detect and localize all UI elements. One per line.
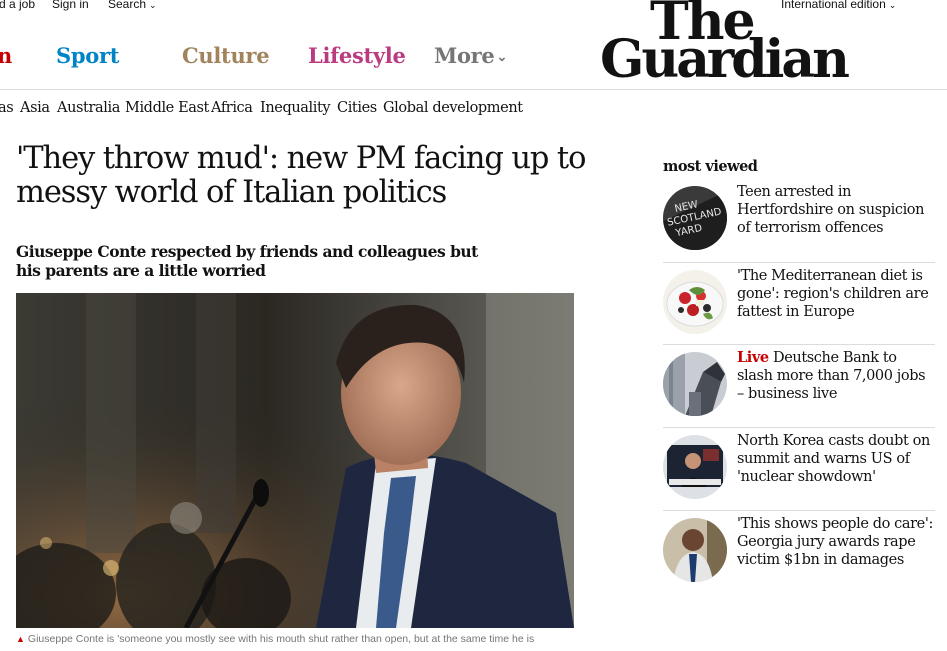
logo-line-guardian: Guardian — [600, 29, 850, 90]
article-standfirst: Giuseppe Conte respected by friends and … — [16, 242, 478, 280]
caption-triangle-icon: ▲ — [16, 634, 25, 644]
subnav-item-inequality[interactable]: Inequality — [260, 100, 331, 116]
most-viewed-item[interactable]: 'This shows people do care': Georgia jur… — [663, 514, 935, 597]
header-divider — [0, 89, 947, 90]
most-viewed-title: Teen arrested in Hertfordshire on suspic… — [737, 184, 925, 236]
most-viewed-item[interactable]: NEW SCOTLAND YARD Teen arrested in Hertf… — [663, 182, 935, 265]
most-viewed-divider — [663, 427, 935, 428]
live-kicker: Live — [737, 349, 769, 366]
find-a-job-link[interactable]: d a job — [0, 0, 35, 11]
subnav-item-global-development[interactable]: Global development — [383, 100, 523, 116]
subnav-item-asia[interactable]: Asia — [20, 100, 50, 116]
pillar-sport[interactable]: Sport — [56, 43, 119, 68]
most-viewed-divider — [663, 510, 935, 511]
article-main-image[interactable] — [16, 293, 574, 628]
most-viewed-item[interactable]: Live Deutsche Bank to slash more than 7,… — [663, 348, 935, 431]
subnav-item-africa[interactable]: Africa — [211, 100, 253, 116]
most-viewed-divider — [663, 262, 935, 263]
chevron-down-icon: ⌄ — [149, 0, 157, 10]
georgia-jury-thumbnail — [663, 518, 727, 582]
most-viewed-item[interactable]: North Korea casts doubt on summit and wa… — [663, 431, 935, 514]
north-korea-tv-thumbnail — [663, 435, 727, 499]
search-label: Search — [108, 0, 147, 11]
most-viewed-title-with-kicker: Live Deutsche Bank to slash more than 7,… — [737, 349, 935, 403]
article-headline: 'They throw mud': new PM facing up to me… — [16, 141, 586, 210]
subnav-item-middle-east[interactable]: Middle East — [125, 100, 209, 116]
scotland-yard-sign-thumbnail: NEW SCOTLAND YARD — [663, 186, 727, 250]
pillar-news[interactable]: n — [0, 43, 12, 68]
caption-text: Giuseppe Conte is 'someone you mostly se… — [27, 633, 535, 645]
most-viewed-divider — [663, 344, 935, 345]
subnav-item-americas[interactable]: as — [0, 100, 14, 116]
more-label: More — [434, 43, 495, 68]
subnav-item-cities[interactable]: Cities — [337, 100, 377, 116]
most-viewed-item[interactable]: 'The Mediterranean diet is gone': region… — [663, 266, 935, 349]
pillar-culture[interactable]: Culture — [182, 43, 270, 68]
chevron-down-icon: ⌄ — [496, 50, 508, 65]
search-button[interactable]: Search ⌄ — [108, 0, 157, 11]
most-viewed-title: North Korea casts doubt on summit and wa… — [737, 433, 930, 485]
subnav-item-australia[interactable]: Australia — [57, 100, 120, 116]
deutsche-bank-sculpture-thumbnail — [663, 352, 727, 416]
site-header: d a job Sign in Search ⌄ International ed… — [0, 0, 947, 90]
most-viewed-heading: most viewed — [663, 158, 758, 175]
guardian-logo[interactable]: The Guardian — [600, 0, 870, 86]
pillar-lifestyle[interactable]: Lifestyle — [308, 43, 406, 68]
chevron-down-icon: ⌄ — [888, 0, 897, 10]
conte-portrait-image — [16, 293, 574, 628]
most-viewed-title: 'This shows people do care': Georgia jur… — [737, 516, 933, 568]
most-viewed-title: 'The Mediterranean diet is gone': region… — [737, 268, 929, 320]
pillar-more-menu[interactable]: More ⌄ — [434, 43, 507, 68]
image-caption: ▲ Giuseppe Conte is 'someone you mostly s… — [16, 633, 576, 645]
sign-in-link[interactable]: Sign in — [52, 0, 89, 11]
mediterranean-salad-thumbnail — [663, 270, 727, 334]
